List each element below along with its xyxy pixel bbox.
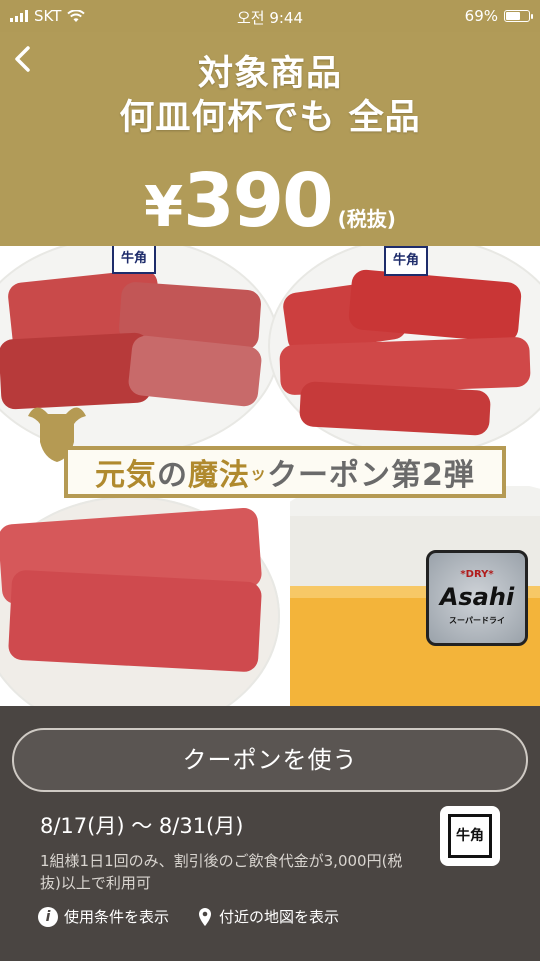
ribbon-text-small: ッ — [250, 464, 268, 483]
info-icon: i — [38, 906, 58, 927]
validity-period: 8/17(月) ～ 8/31(月) — [40, 814, 244, 838]
usage-conditions: 1組様1日1回のみ、割引後のご飲食代金が3,000円(税抜)以上で利用可 — [40, 852, 403, 892]
ribbon-text-4: クーポン第2弾 — [267, 458, 475, 493]
status-bar: SKT 오전 9:44 69% — [0, 0, 540, 32]
campaign-ribbon: 元気の魔法ックーポン第2弾 — [64, 446, 506, 498]
terms-link[interactable]: i 使用条件を表示 — [38, 906, 169, 927]
ribbon-text-3: 魔法 — [188, 458, 251, 493]
terms-link-label: 使用条件を表示 — [64, 908, 170, 926]
use-coupon-button[interactable]: クーポンを使う — [12, 728, 528, 792]
clock: 오전 9:44 — [236, 9, 304, 27]
asahi-can: *DRY* Asahi スーパードライ — [426, 550, 528, 646]
plate-logo: 牛角 — [112, 246, 156, 274]
yen-symbol: ¥ — [144, 175, 184, 240]
battery-icon — [504, 10, 533, 22]
beer-super-label: スーパードライ — [449, 616, 505, 625]
beer-brand-label: Asahi — [439, 583, 515, 611]
battery-percent: 69% — [464, 7, 498, 25]
map-link-label: 付近の地図を表示 — [219, 908, 340, 926]
map-pin-icon — [199, 907, 212, 926]
title-line-2: 何皿何杯でも 全品 — [119, 98, 421, 138]
price: ¥390 (税抜) — [0, 158, 540, 244]
plate-logo-2: 牛角 — [384, 246, 428, 276]
coupon-banner: 対象商品 何皿何杯でも 全品 ¥390 (税抜) — [0, 32, 540, 246]
title-line-1: 対象商品 — [197, 54, 342, 94]
beer-dry-label: *DRY* — [460, 569, 494, 580]
product-photo-collage: 牛角 牛角 *DRY* Asahi スーパードライ 元気の魔法ックーポン第2弾 — [0, 246, 540, 706]
map-link[interactable]: 付近の地図を表示 — [197, 906, 339, 927]
price-value: 390 — [183, 158, 333, 244]
ribbon-text-2: の — [157, 458, 189, 493]
coupon-details-panel: クーポンを使う 8/17(月) ～ 8/31(月) 1組様1日1回のみ、割引後の… — [0, 706, 540, 961]
page-title: 対象商品 何皿何杯でも 全品 — [0, 52, 540, 140]
tax-note: (税抜) — [337, 207, 396, 231]
store-logo: 牛角 — [440, 806, 500, 866]
store-logo-text: 牛角 — [448, 814, 492, 858]
ribbon-text-1: 元気 — [95, 458, 158, 493]
